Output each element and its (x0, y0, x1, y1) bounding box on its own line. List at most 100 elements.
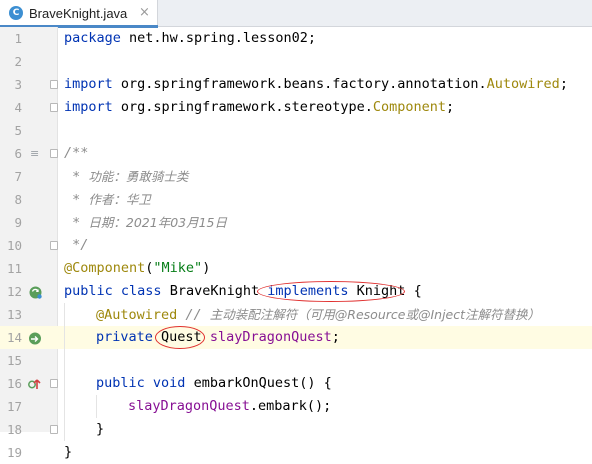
fold-icon[interactable] (50, 379, 58, 388)
code-editor[interactable]: 1 package net.hw.spring.lesson02; 2 3 im… (0, 27, 592, 464)
method-name: embarkOnQuest (193, 375, 300, 391)
autowired-bean-icon[interactable] (28, 326, 42, 349)
string-literal: "Mike" (153, 260, 203, 276)
line-number: 9 (14, 215, 22, 230)
package-name: net.hw.spring.lesson02; (120, 30, 316, 46)
imported-class: Component (372, 99, 447, 115)
semicolon: ; (446, 99, 455, 115)
code-line-15: 15 (0, 349, 592, 372)
line-text: * 功能：勇敢骑士类 (64, 165, 188, 189)
line-number: 11 (6, 261, 22, 276)
code-line-17: 17 slayDragonQuest.embark(); (0, 395, 592, 418)
line-number: 18 (6, 422, 22, 437)
line-number: 16 (6, 376, 22, 391)
keyword: import (64, 99, 113, 115)
interface-name: Knight (356, 283, 406, 299)
line-number: 6 (14, 146, 22, 161)
keyword: class (120, 283, 162, 299)
line-number: 14 (6, 330, 22, 345)
class-name: BraveKnight (169, 283, 260, 299)
comment-star: * (64, 215, 89, 231)
line-text: import org.springframework.beans.factory… (64, 73, 568, 96)
close-icon[interactable]: × (139, 4, 150, 21)
indent-guide (64, 372, 65, 395)
paren: ) (202, 260, 211, 276)
line-text: */ (64, 237, 89, 253)
doc-comment-icon[interactable]: ≡ (30, 142, 39, 165)
line-number: 1 (14, 31, 22, 46)
code-line-7: 7 * 功能：勇敢骑士类 (0, 165, 592, 188)
line-text: import org.springframework.stereotype.Co… (64, 96, 454, 119)
fold-icon[interactable] (50, 241, 58, 250)
method-call: .embark(); (249, 398, 332, 414)
code-line-19: 19 } (0, 441, 592, 464)
brace: { (405, 283, 422, 299)
code-line-14: 14 private Quest slayDragonQuest; (0, 326, 592, 349)
line-number: 13 (6, 307, 22, 322)
keyword: package (64, 30, 121, 46)
line-text: public void embarkOnQuest() { (96, 372, 332, 395)
code-line-6: 6 ≡ /** (0, 142, 592, 165)
java-class-icon: C (9, 6, 23, 20)
line-text: slayDragonQuest.embark(); (128, 395, 331, 418)
line-text: } (64, 444, 73, 460)
line-number: 4 (14, 100, 22, 115)
comment-star: * (64, 192, 89, 208)
comment-text: 日期：2021年03月15日 (88, 215, 228, 230)
line-number: 5 (14, 123, 22, 138)
indent-guide (64, 326, 65, 349)
comment-text: 作者：华卫 (88, 192, 151, 207)
field-name: slayDragonQuest (209, 329, 332, 345)
code-line-4: 4 import org.springframework.stereotype.… (0, 96, 592, 119)
line-number: 10 (6, 238, 22, 253)
fold-icon[interactable] (50, 103, 58, 112)
indent-guide (96, 395, 97, 418)
code-line-5: 5 (0, 119, 592, 142)
line-number: 17 (6, 399, 22, 414)
code-line-10: 10 */ (0, 234, 592, 257)
line-number: 3 (14, 77, 22, 92)
imported-class: Autowired (486, 76, 560, 92)
indent-guide (64, 395, 65, 418)
semicolon: ; (559, 76, 568, 92)
line-number: 15 (6, 353, 22, 368)
keyword: public (96, 375, 145, 391)
fold-icon[interactable] (50, 425, 58, 434)
keyword: import (64, 76, 113, 92)
comment-text: 功能：勇敢骑士类 (88, 169, 189, 184)
code-line-11: 11 @Component("Mike") (0, 257, 592, 280)
implements-method-icon[interactable] (27, 372, 42, 395)
line-text: * 日期：2021年03月15日 (64, 211, 227, 235)
tab-bravenknight-java[interactable]: C BraveKnight.java × (0, 0, 158, 28)
code-line-18: 18 } (0, 418, 592, 441)
comment-slashes: // (177, 307, 210, 323)
line-text: /** (64, 145, 89, 161)
code-line-16: 16 public void embarkOnQuest() { (0, 372, 592, 395)
code-line-9: 9 * 日期：2021年03月15日 (0, 211, 592, 234)
comment-text: 主动装配注解符（可用@Resource或@Inject注解符替换） (209, 307, 541, 322)
code-line-8: 8 * 作者：华卫 (0, 188, 592, 211)
type-name: Quest (161, 329, 202, 345)
keyword: void (152, 375, 186, 391)
line-text: public class BraveKnight implements Knig… (64, 280, 422, 303)
keyword: private (96, 329, 153, 345)
indent-guide (64, 303, 65, 326)
keyword: implements (267, 283, 349, 299)
annotation: @Autowired (96, 307, 178, 323)
field-name: slayDragonQuest (128, 398, 250, 414)
line-number: 12 (6, 284, 22, 299)
fold-icon[interactable] (50, 149, 58, 158)
tab-label: BraveKnight.java (29, 6, 128, 21)
line-text: } (96, 421, 105, 437)
implementing-class-icon[interactable] (29, 280, 42, 303)
comment-star: * (64, 169, 89, 185)
line-number: 19 (6, 445, 22, 460)
package-path: org.springframework.beans.factory.annota… (112, 76, 487, 92)
editor-tab-bar: C BraveKnight.java × (0, 0, 592, 28)
line-number: 2 (14, 54, 22, 69)
package-path: org.springframework.stereotype. (112, 99, 373, 115)
fold-icon[interactable] (50, 80, 58, 89)
keyword: public (64, 283, 113, 299)
line-text: package net.hw.spring.lesson02; (64, 27, 316, 50)
annotation: @Component (64, 260, 146, 276)
